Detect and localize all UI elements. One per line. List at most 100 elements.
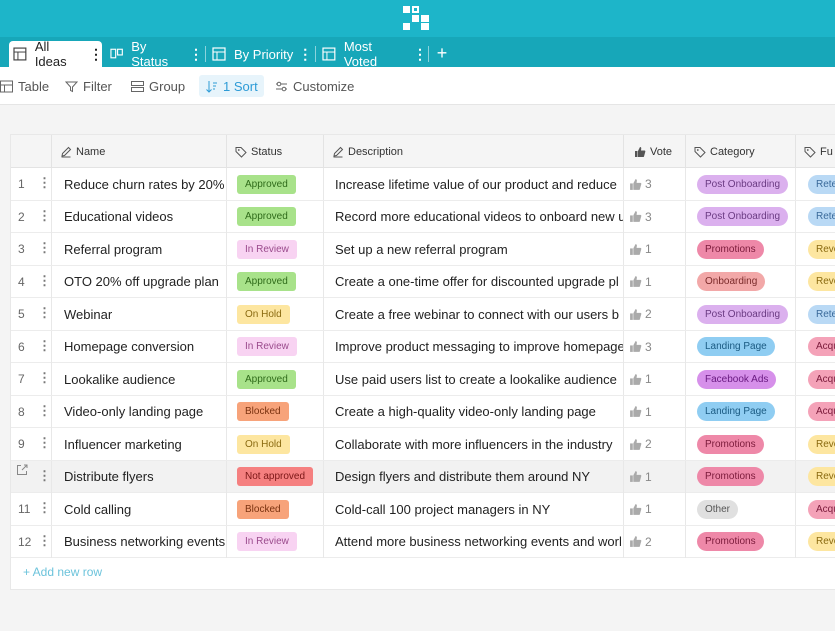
thumbs-up-icon[interactable] <box>629 503 642 516</box>
row-menu-icon[interactable]: ⋮ <box>38 240 51 256</box>
add-view-button[interactable]: + <box>431 42 453 64</box>
thumbs-up-icon[interactable] <box>629 178 642 191</box>
app-logo-icon[interactable] <box>403 6 429 30</box>
tab-menu-icon[interactable]: ⋮ <box>89 46 103 63</box>
description-cell[interactable]: Cold-call 100 project managers in NY <box>324 493 624 525</box>
status-cell[interactable]: Approved <box>227 200 324 233</box>
row-menu-icon[interactable]: ⋮ <box>38 273 51 289</box>
column-header-category[interactable]: Category <box>686 135 796 168</box>
sort-button[interactable]: 1 Sort <box>199 75 264 97</box>
description-cell[interactable]: Attend more business networking events a… <box>324 525 624 558</box>
description-cell[interactable]: Use paid users list to create a lookalik… <box>324 363 624 395</box>
funnel-cell[interactable]: Rete <box>796 201 835 233</box>
name-cell[interactable]: Distribute flyers <box>52 460 227 493</box>
filter-button[interactable]: Filter <box>65 75 112 97</box>
name-cell[interactable]: Lookalike audience <box>52 363 227 395</box>
status-cell[interactable]: In Review <box>227 525 324 558</box>
table-row[interactable]: 9 ⋮ Influencer marketing On Hold Collaborate… <box>11 428 835 461</box>
tab-by-priority[interactable]: By Priority ⋮ <box>208 41 312 67</box>
thumbs-up-icon[interactable] <box>629 275 642 288</box>
description-cell[interactable]: Design flyers and distribute them around… <box>324 460 624 493</box>
funnel-cell[interactable]: Acqu <box>796 396 835 428</box>
status-cell[interactable]: Approved <box>227 363 324 395</box>
table-row[interactable]: 12 ⋮ Business networking events In Review At… <box>11 525 835 558</box>
name-cell[interactable]: Webinar <box>52 298 227 330</box>
group-button[interactable]: Group <box>131 75 185 97</box>
category-cell[interactable]: Landing Page <box>686 395 796 428</box>
tab-menu-icon[interactable]: ⋮ <box>189 46 203 63</box>
thumbs-up-icon[interactable] <box>629 340 642 353</box>
description-cell[interactable]: Collaborate with more influencers in the… <box>324 428 624 460</box>
tab-by-status[interactable]: By Status ⋮ <box>106 39 203 69</box>
expand-row-icon[interactable] <box>16 464 28 476</box>
description-cell[interactable]: Record more educational videos to onboar… <box>324 200 624 233</box>
vote-cell[interactable]: 3 <box>624 200 686 233</box>
name-cell[interactable]: Homepage conversion <box>52 330 227 363</box>
category-cell[interactable]: Promotions <box>686 525 796 558</box>
funnel-cell[interactable]: Reve <box>796 461 835 493</box>
table-row[interactable]: 4 ⋮ OTO 20% off upgrade plan Approved Create… <box>11 265 835 298</box>
table-row[interactable]: 2 ⋮ Educational videos Approved Record more … <box>11 200 835 233</box>
name-cell[interactable]: Reduce churn rates by 20% <box>52 168 227 200</box>
category-cell[interactable]: Landing Page <box>686 330 796 363</box>
add-new-row-button[interactable]: + Add new row <box>23 565 102 579</box>
category-cell[interactable]: Post Onboarding <box>686 200 796 233</box>
vote-cell[interactable]: 1 <box>624 460 686 493</box>
funnel-cell[interactable]: Reve <box>796 266 835 298</box>
row-menu-icon[interactable]: ⋮ <box>38 435 51 451</box>
row-menu-icon[interactable]: ⋮ <box>38 370 51 386</box>
vote-cell[interactable]: 1 <box>624 363 686 395</box>
thumbs-up-icon[interactable] <box>629 210 642 223</box>
name-cell[interactable]: Referral program <box>52 233 227 265</box>
status-cell[interactable]: On Hold <box>227 298 324 330</box>
thumbs-up-icon[interactable] <box>629 438 642 451</box>
table-row[interactable]: 6 ⋮ Homepage conversion In Review Improve pr… <box>11 330 835 363</box>
tab-menu-icon[interactable]: ⋮ <box>413 46 427 63</box>
thumbs-up-icon[interactable] <box>629 308 642 321</box>
description-cell[interactable]: Increase lifetime value of our product a… <box>324 168 624 200</box>
row-menu-icon[interactable]: ⋮ <box>38 468 51 484</box>
vote-cell[interactable]: 2 <box>624 298 686 330</box>
category-cell[interactable]: Onboarding <box>686 265 796 298</box>
tab-all-ideas[interactable]: All Ideas ⋮ <box>9 39 103 69</box>
category-cell[interactable]: Promotions <box>686 233 796 265</box>
vote-cell[interactable]: 2 <box>624 428 686 460</box>
table-view-button[interactable]: Table <box>0 75 49 97</box>
table-row[interactable]: ⋮ Distribute flyers Not approved Design fly… <box>11 460 835 493</box>
description-cell[interactable]: Create a free webinar to connect with ou… <box>324 298 624 330</box>
column-header-name[interactable]: Name <box>52 135 227 168</box>
table-row[interactable]: 1 ⋮ Reduce churn rates by 20% Approved Incre… <box>11 168 835 201</box>
vote-cell[interactable]: 1 <box>624 233 686 265</box>
thumbs-up-icon[interactable] <box>629 405 642 418</box>
row-menu-icon[interactable]: ⋮ <box>38 533 51 549</box>
funnel-cell[interactable]: Rete <box>796 168 835 200</box>
vote-cell[interactable]: 1 <box>624 493 686 525</box>
category-cell[interactable]: Facebook Ads <box>686 363 796 395</box>
row-menu-icon[interactable]: ⋮ <box>38 305 51 321</box>
thumbs-up-icon[interactable] <box>629 373 642 386</box>
vote-cell[interactable]: 2 <box>624 525 686 558</box>
description-cell[interactable]: Improve product messaging to improve hom… <box>324 330 624 363</box>
column-header-description[interactable]: Description <box>324 135 624 168</box>
column-header-status[interactable]: Status <box>227 135 324 168</box>
name-cell[interactable]: Influencer marketing <box>52 428 227 460</box>
description-cell[interactable]: Create a one-time offer for discounted u… <box>324 265 624 298</box>
status-cell[interactable]: Not approved <box>227 460 324 493</box>
category-cell[interactable]: Post Onboarding <box>686 298 796 330</box>
description-cell[interactable]: Create a high-quality video-only landing… <box>324 395 624 428</box>
table-row[interactable]: 5 ⋮ Webinar On Hold Create a free webinar to… <box>11 298 835 331</box>
table-row[interactable]: 7 ⋮ Lookalike audience Approved Use paid use… <box>11 363 835 396</box>
status-cell[interactable]: Approved <box>227 265 324 298</box>
status-cell[interactable]: Approved <box>227 168 324 200</box>
funnel-cell[interactable]: Reve <box>796 526 835 558</box>
row-menu-icon[interactable]: ⋮ <box>38 338 51 354</box>
status-cell[interactable]: Blocked <box>227 395 324 428</box>
thumbs-up-icon[interactable] <box>629 535 642 548</box>
funnel-cell[interactable]: Acqu <box>796 331 835 363</box>
vote-cell[interactable]: 1 <box>624 395 686 428</box>
category-cell[interactable]: Post Onboarding <box>686 168 796 200</box>
column-header-vote[interactable]: Vote <box>624 135 686 168</box>
table-row[interactable]: 3 ⋮ Referral program In Review Set up a new … <box>11 233 835 266</box>
status-cell[interactable]: In Review <box>227 233 324 265</box>
column-header-funnel[interactable]: Fu <box>796 135 835 168</box>
